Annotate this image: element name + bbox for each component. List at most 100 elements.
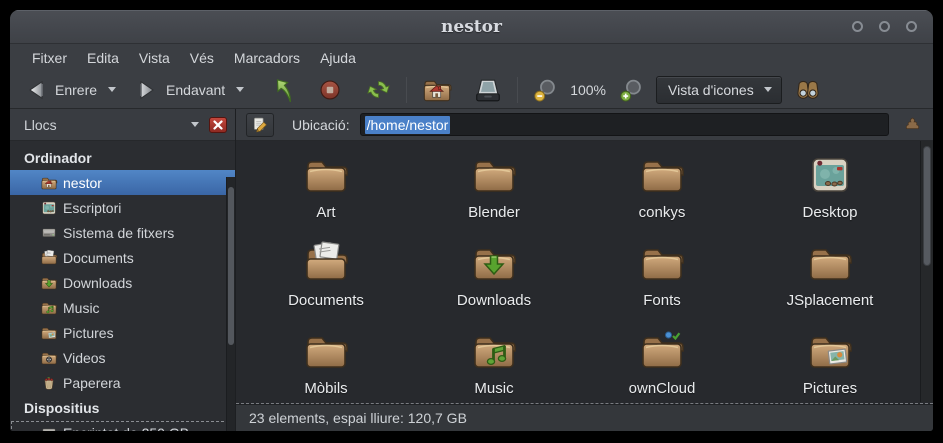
refresh-icon	[365, 76, 392, 103]
titlebar[interactable]: nestor	[10, 10, 933, 44]
file-item-art[interactable]: Art	[242, 151, 410, 235]
documents-folder-icon	[302, 239, 350, 287]
chevron-down-icon	[108, 87, 116, 96]
sidebar-item-videos[interactable]: Videos	[10, 345, 235, 370]
menu-bookmarks[interactable]: Marcadors	[224, 47, 310, 69]
up-arrow-icon	[267, 76, 295, 104]
stop-icon	[317, 77, 343, 103]
file-label: ownCloud	[629, 380, 696, 397]
sidebar-scrollbar[interactable]	[226, 177, 235, 431]
home-folder-icon	[421, 74, 453, 106]
file-label: Downloads	[457, 292, 531, 309]
file-item-conkys[interactable]: conkys	[578, 151, 746, 235]
toolbar: Enrere Endavant	[10, 71, 933, 109]
folder-icon	[638, 239, 686, 287]
icon-view[interactable]: Art Blender conkys Desktop	[236, 141, 933, 404]
forward-button-label: Endavant	[166, 82, 225, 98]
sidebar-item-trash[interactable]: Paperera	[10, 370, 235, 395]
menu-edit[interactable]: Edita	[77, 47, 129, 69]
sidebar-item-music[interactable]: Music	[10, 295, 235, 320]
vertical-scrollbar[interactable]	[920, 141, 933, 402]
status-text: 23 elements, espai lliure: 120,7 GB	[249, 410, 467, 426]
zoom-in-button[interactable]	[612, 73, 650, 107]
sidebar-scrollbar-thumb[interactable]	[228, 187, 234, 344]
menu-go[interactable]: Vés	[180, 47, 224, 69]
forward-button[interactable]: Endavant	[129, 74, 231, 106]
documents-folder-icon	[40, 249, 58, 267]
stop-button[interactable]	[311, 73, 349, 107]
file-item-music[interactable]: Music	[410, 327, 578, 402]
computer-button[interactable]	[467, 71, 509, 109]
folder-icon	[470, 151, 518, 199]
file-label: Desktop	[802, 204, 857, 221]
sidebar-item-encrypted-volume[interactable]: Encriptat de 250 GB	[10, 420, 235, 431]
sidebar-item-nestor[interactable]: nestor	[10, 170, 235, 195]
forward-history-dropdown[interactable]	[231, 79, 249, 100]
sidebar-item-label: Sistema de fitxers	[63, 225, 174, 241]
zoom-in-icon	[618, 77, 644, 103]
back-button-label: Enrere	[55, 82, 97, 98]
sidebar-item-downloads[interactable]: Downloads	[10, 270, 235, 295]
sidebar-item-filesystem[interactable]: Sistema de fitxers	[10, 220, 235, 245]
view-mode-value: Vista d'icones	[668, 82, 754, 98]
screen: nestor Fitxer Edita Vista Vés Marcadors …	[0, 0, 943, 443]
zoom-out-button[interactable]	[526, 73, 564, 107]
file-label: Fonts	[643, 292, 681, 309]
zoom-level: 100%	[564, 82, 612, 98]
edit-location-button[interactable]	[246, 113, 274, 137]
file-item-desktop[interactable]: Desktop	[746, 151, 914, 235]
sidebar-close-button[interactable]	[209, 117, 227, 133]
file-item-downloads[interactable]: Downloads	[410, 239, 578, 323]
back-button[interactable]: Enrere	[18, 74, 103, 106]
window-minimize-button[interactable]	[852, 21, 863, 32]
folder-icon	[806, 239, 854, 287]
file-item-fonts[interactable]: Fonts	[578, 239, 746, 323]
harddisk-icon	[40, 424, 58, 432]
file-manager-window: nestor Fitxer Edita Vista Vés Marcadors …	[10, 10, 933, 431]
main-panel: Ubicació: /home/nestor Art	[236, 109, 933, 431]
zoom-out-icon	[532, 77, 558, 103]
file-label: Documents	[288, 292, 364, 309]
sidebar-item-escriptori[interactable]: Escriptori	[10, 195, 235, 220]
chevron-down-icon[interactable]	[191, 122, 199, 131]
menubar: Fitxer Edita Vista Vés Marcadors Ajuda	[10, 44, 933, 71]
sidebar-item-label: Music	[63, 300, 100, 316]
file-item-owncloud[interactable]: ownCloud	[578, 327, 746, 402]
swirl-icon	[903, 115, 922, 134]
file-label: Art	[316, 204, 335, 221]
location-value: /home/nestor	[365, 116, 451, 134]
sidebar-header-label[interactable]: Llocs	[24, 117, 191, 133]
scrollbar-thumb[interactable]	[923, 146, 931, 266]
sidebar-item-pictures[interactable]: Pictures	[10, 320, 235, 345]
reload-location-button[interactable]	[899, 113, 925, 137]
location-input[interactable]: /home/nestor	[360, 113, 889, 136]
reload-button[interactable]	[359, 72, 398, 107]
forward-arrow-icon	[135, 78, 159, 102]
computer-icon	[473, 75, 503, 105]
window-maximize-button[interactable]	[879, 21, 890, 32]
synced-folder-icon	[638, 327, 686, 375]
menu-view[interactable]: Vista	[129, 47, 180, 69]
file-item-blender[interactable]: Blender	[410, 151, 578, 235]
search-button[interactable]	[788, 72, 828, 108]
folder-icon	[302, 327, 350, 375]
file-item-pictures[interactable]: Pictures	[746, 327, 914, 402]
home-button[interactable]	[415, 70, 459, 110]
sidebar-item-documents[interactable]: Documents	[10, 245, 235, 270]
menu-help[interactable]: Ajuda	[310, 47, 366, 69]
file-item-jsplacement[interactable]: JSplacement	[746, 239, 914, 323]
parent-directory-button[interactable]	[261, 72, 301, 108]
sidebar-section-devices: Dispositius	[10, 395, 235, 420]
file-grid: Art Blender conkys Desktop	[236, 141, 920, 402]
file-item-mobils[interactable]: Mòbils	[242, 327, 410, 402]
places-sidebar: Llocs Ordinador nestor Escriptori	[10, 109, 236, 431]
pictures-folder-icon	[40, 324, 58, 342]
music-folder-icon	[470, 327, 518, 375]
window-close-button[interactable]	[906, 21, 917, 32]
menu-file[interactable]: Fitxer	[22, 47, 77, 69]
back-history-dropdown[interactable]	[103, 79, 121, 100]
toolbar-separator	[517, 77, 518, 103]
file-label: JSplacement	[787, 292, 874, 309]
view-mode-combobox[interactable]: Vista d'icones	[656, 76, 782, 104]
file-item-documents[interactable]: Documents	[242, 239, 410, 323]
